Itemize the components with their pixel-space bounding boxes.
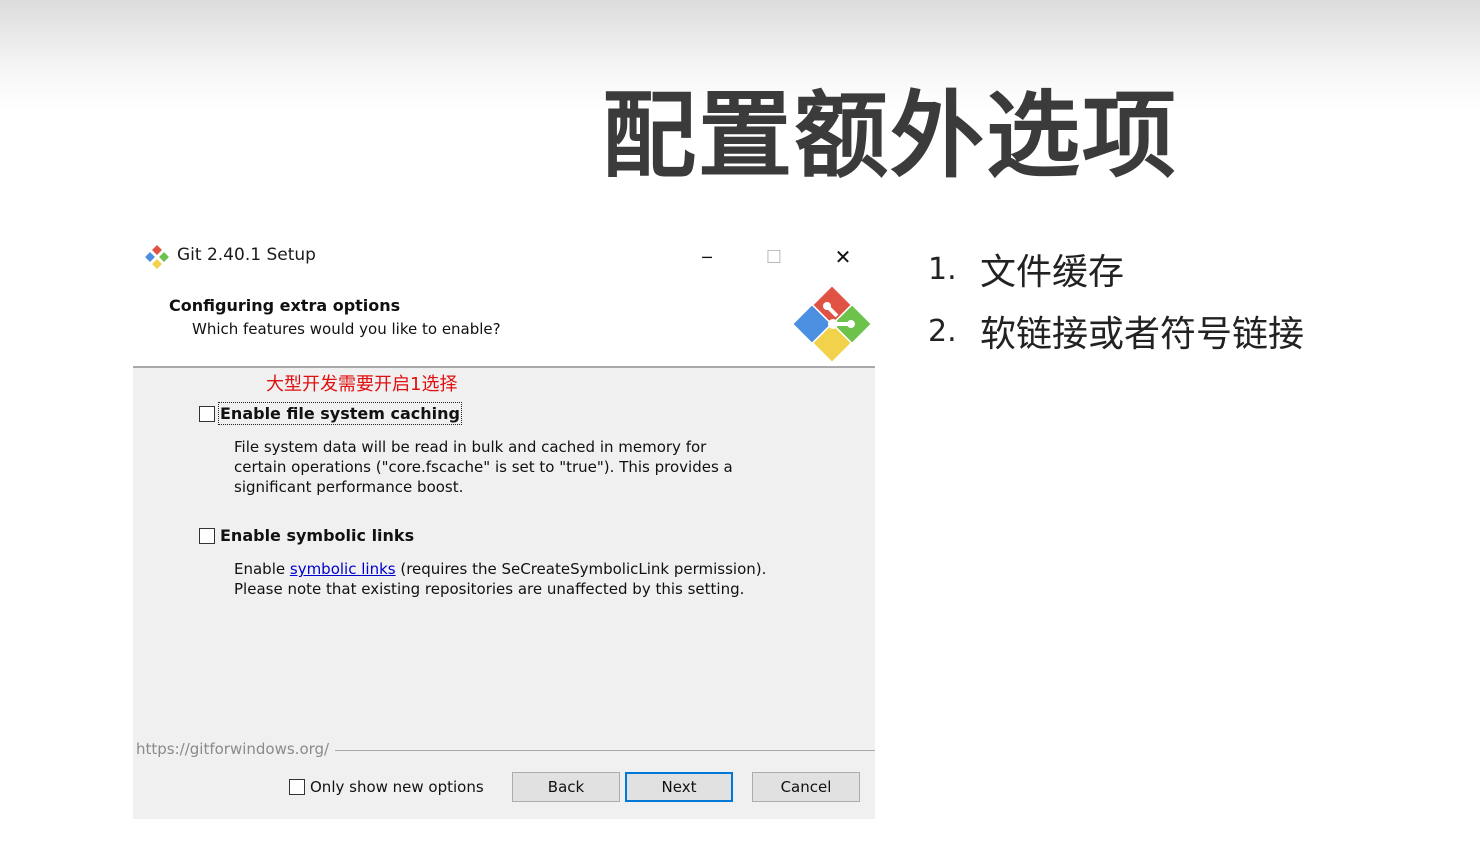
list-item-number: 2. bbox=[928, 313, 957, 349]
maximize-button[interactable]: ☐ bbox=[751, 240, 797, 274]
page-title: Configuring extra options bbox=[169, 296, 401, 315]
symbolic-links-link[interactable]: symbolic links bbox=[290, 560, 396, 578]
description-text: Please note that existing repositories a… bbox=[234, 580, 745, 598]
description-text: (requires the SeCreateSymbolicLink permi… bbox=[395, 560, 767, 578]
setup-window: Git 2.40.1 Setup ─ ☐ ✕ Configuring extra… bbox=[133, 232, 875, 819]
list-item: 1. 文件缓存 bbox=[928, 238, 1304, 300]
window-title: Git 2.40.1 Setup bbox=[177, 245, 316, 265]
notes-list: 1. 文件缓存 2. 软链接或者符号链接 bbox=[928, 238, 1304, 362]
wizard-header: Configuring extra options Which features… bbox=[133, 282, 875, 368]
symbolic-links-checkbox[interactable] bbox=[199, 527, 215, 544]
close-icon: ✕ bbox=[834, 245, 852, 269]
minimize-icon: ─ bbox=[702, 247, 712, 267]
footer-url: https://gitforwindows.org/ bbox=[136, 740, 336, 758]
file-caching-label[interactable]: Enable file system caching bbox=[218, 402, 462, 425]
minimize-button[interactable]: ─ bbox=[684, 240, 730, 274]
only-new-label[interactable]: Only show new options bbox=[310, 778, 484, 796]
slide-title: 配置额外选项 bbox=[601, 82, 1178, 191]
symbolic-links-label[interactable]: Enable symbolic links bbox=[220, 526, 414, 545]
git-logo-icon bbox=[793, 286, 871, 362]
list-item: 2. 软链接或者符号链接 bbox=[928, 300, 1304, 362]
git-setup-icon bbox=[145, 245, 169, 269]
file-caching-option[interactable]: Enable file system caching bbox=[199, 402, 462, 425]
back-button[interactable]: Back bbox=[512, 772, 620, 802]
symbolic-links-description: Enable symbolic links (requires the SeCr… bbox=[234, 559, 834, 599]
page-subtitle: Which features would you like to enable? bbox=[192, 320, 501, 338]
maximize-icon: ☐ bbox=[765, 246, 783, 268]
description-text: Enable bbox=[234, 560, 290, 578]
list-item-number: 1. bbox=[928, 251, 957, 287]
title-bar[interactable]: Git 2.40.1 Setup ─ ☐ ✕ bbox=[133, 232, 875, 282]
cancel-button[interactable]: Cancel bbox=[752, 772, 860, 802]
only-new-checkbox[interactable] bbox=[289, 779, 305, 795]
next-button[interactable]: Next bbox=[625, 772, 733, 802]
list-item-text: 文件缓存 bbox=[980, 252, 1125, 293]
only-new-option[interactable]: Only show new options bbox=[289, 778, 484, 796]
list-item-text: 软链接或者符号链接 bbox=[980, 314, 1305, 355]
close-button[interactable]: ✕ bbox=[820, 240, 866, 274]
symbolic-links-option[interactable]: Enable symbolic links bbox=[199, 526, 414, 545]
file-caching-description: File system data will be read in bulk an… bbox=[234, 438, 733, 496]
file-caching-checkbox[interactable] bbox=[199, 405, 215, 422]
annotation-text: 大型开发需要开启1选择 bbox=[266, 374, 458, 395]
